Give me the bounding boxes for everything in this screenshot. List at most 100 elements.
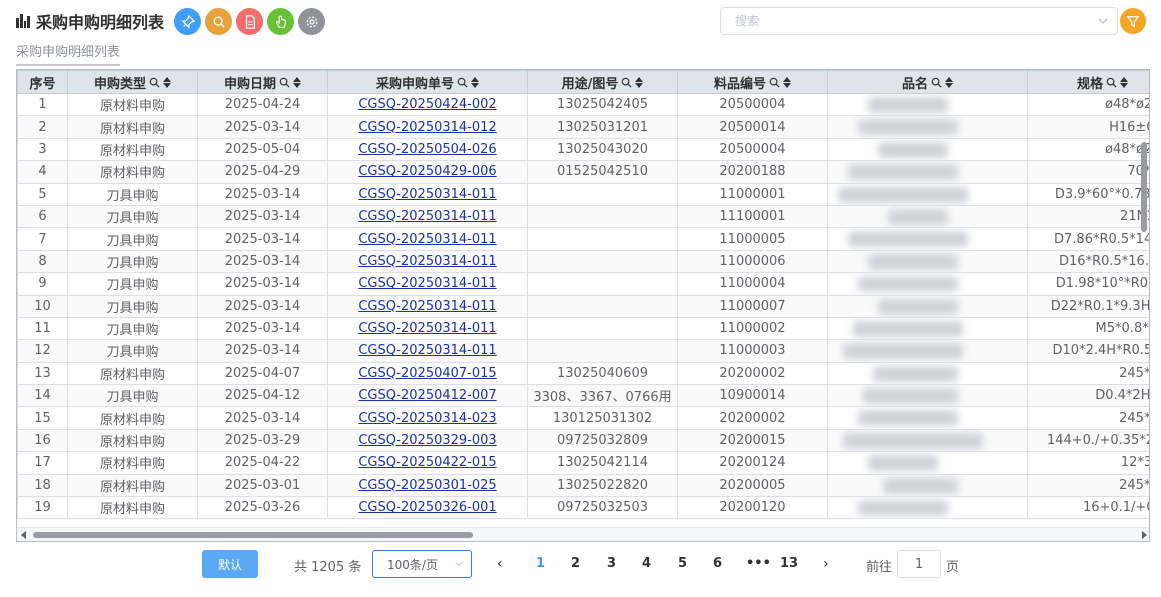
table-row[interactable]: 5 刀具申购 2025-03-14 CGSQ-20250314-011 11000001… (17, 182, 1149, 206)
table-row[interactable]: 12 刀具申购 2025-03-14 CGSQ-20250314-011 1100000… (17, 339, 1149, 363)
order-no-link[interactable]: CGSQ-20250407-015 (358, 366, 496, 381)
col-name-cell (827, 339, 1028, 363)
col-item-code-cell: 20200015 (677, 428, 828, 453)
page-number[interactable]: 4 (642, 556, 651, 571)
order-no-link[interactable]: CGSQ-20250326-001 (358, 500, 496, 515)
table-row[interactable]: 10 刀具申购 2025-03-14 CGSQ-20250314-011 1100000… (17, 294, 1149, 318)
page-number[interactable]: 2 (571, 556, 580, 571)
col-order-no-header[interactable]: 采购申购单号 (327, 70, 528, 94)
vertical-scrollbar[interactable] (1139, 94, 1149, 526)
col-item-code-cell: 20200005 (677, 473, 828, 498)
page-number[interactable]: 1 (536, 556, 545, 571)
horizontal-scroll-thumb[interactable] (33, 532, 473, 538)
horizontal-scrollbar[interactable] (17, 527, 1149, 541)
table-row[interactable]: 1 原材料申购 2025-04-24 CGSQ-20250424-002 1302504… (17, 92, 1149, 117)
col-spec-header[interactable]: 规格 (1027, 70, 1149, 94)
search-input[interactable] (721, 8, 1081, 34)
col-type-cell: 原材料申购 (67, 92, 198, 117)
order-no-link[interactable]: CGSQ-20250422-015 (358, 455, 496, 470)
settings-button[interactable] (298, 8, 325, 35)
table-row[interactable]: 2 原材料申购 2025-03-14 CGSQ-20250314-012 1302503… (17, 115, 1149, 139)
order-no-link[interactable]: CGSQ-20250314-011 (358, 187, 496, 202)
sort-icon[interactable] (471, 76, 479, 88)
table-row[interactable]: 13 原材料申购 2025-04-07 CGSQ-20250407-015 130250… (17, 361, 1149, 386)
page-number[interactable]: 5 (678, 556, 687, 571)
sort-icon[interactable] (783, 76, 791, 88)
vertical-scroll-thumb[interactable] (1141, 142, 1147, 232)
page-size-select[interactable]: 100条/页 (372, 550, 472, 578)
col-order-no-cell: CGSQ-20250314-011 (327, 227, 528, 251)
table-row[interactable]: 7 刀具申购 2025-03-14 CGSQ-20250314-011 11000005… (17, 227, 1149, 251)
order-no-link[interactable]: CGSQ-20250314-011 (358, 254, 496, 269)
order-no-link[interactable]: CGSQ-20250504-026 (358, 142, 496, 157)
column-search-icon[interactable] (621, 77, 632, 88)
order-no-link[interactable]: CGSQ-20250314-012 (358, 120, 496, 135)
table-row[interactable]: 11 刀具申购 2025-03-14 CGSQ-20250314-011 1100000… (17, 316, 1149, 341)
table-row[interactable]: 17 原材料申购 2025-04-22 CGSQ-20250422-015 130250… (17, 451, 1149, 475)
column-search-icon[interactable] (279, 77, 290, 88)
order-no-link[interactable]: CGSQ-20250314-011 (358, 321, 496, 336)
table-row[interactable]: 4 原材料申购 2025-04-29 CGSQ-20250429-006 0152504… (17, 160, 1149, 184)
filter-button[interactable] (1120, 8, 1146, 34)
default-button[interactable]: 默认 (202, 550, 258, 578)
table-row[interactable]: 9 刀具申购 2025-03-14 CGSQ-20250314-011 11000004… (17, 272, 1149, 296)
order-no-link[interactable]: CGSQ-20250314-011 (358, 232, 496, 247)
sort-icon[interactable] (293, 76, 301, 88)
col-date-cell: 2025-03-14 (197, 272, 328, 296)
table-row[interactable]: 14 刀具申购 2025-04-12 CGSQ-20250412-007 3308、33… (17, 384, 1149, 408)
chevron-down-icon[interactable] (1097, 15, 1109, 27)
column-search-icon[interactable] (769, 77, 780, 88)
order-no-link[interactable]: CGSQ-20250424-002 (358, 97, 496, 112)
column-search-icon[interactable] (1106, 77, 1117, 88)
col-usage-header[interactable]: 用途/图号 (527, 70, 678, 94)
table-row[interactable]: 3 原材料申购 2025-05-04 CGSQ-20250504-026 1302504… (17, 137, 1149, 162)
next-page-button[interactable]: › (823, 556, 829, 572)
column-search-icon[interactable] (931, 77, 942, 88)
column-search-icon[interactable] (149, 77, 160, 88)
scroll-right-icon[interactable] (1142, 531, 1147, 539)
col-spec-cell: 21N1.0 (1027, 204, 1149, 229)
col-type-header[interactable]: 申购类型 (67, 70, 198, 94)
sort-icon[interactable] (945, 76, 953, 88)
table-row[interactable]: 6 刀具申购 2025-03-14 CGSQ-20250314-011 11100001… (17, 204, 1149, 229)
search-field[interactable] (720, 7, 1118, 35)
table-row[interactable]: 16 原材料申购 2025-03-29 CGSQ-20250329-003 097250… (17, 428, 1149, 453)
table-row[interactable]: 18 原材料申购 2025-03-01 CGSQ-20250301-025 130250… (17, 473, 1149, 498)
table-row[interactable]: 15 原材料申购 2025-03-14 CGSQ-20250314-023 130125… (17, 406, 1149, 430)
pointer-button[interactable] (267, 8, 294, 35)
sort-icon[interactable] (163, 76, 171, 88)
document-icon (245, 14, 255, 29)
order-no-link[interactable]: CGSQ-20250314-023 (358, 411, 496, 426)
search-tool-button[interactable] (205, 8, 232, 35)
page-number[interactable]: 13 (780, 556, 798, 571)
order-no-link[interactable]: CGSQ-20250301-025 (358, 478, 496, 493)
page-number[interactable]: 6 (713, 556, 722, 571)
col-date-header[interactable]: 申购日期 (197, 70, 328, 94)
scroll-left-icon[interactable] (21, 531, 26, 539)
prev-page-button[interactable]: ‹ (497, 556, 503, 572)
order-no-link[interactable]: CGSQ-20250314-011 (358, 209, 496, 224)
goto-page-input[interactable]: 1 (897, 550, 941, 578)
header-label: 申购类型 (94, 73, 171, 92)
page-ellipsis[interactable]: ••• (746, 556, 771, 571)
table-row[interactable]: 19 原材料申购 2025-03-26 CGSQ-20250326-001 097250… (17, 496, 1149, 520)
order-no-link[interactable]: CGSQ-20250412-007 (358, 388, 496, 403)
sort-icon[interactable] (1120, 76, 1128, 88)
col-usage-cell: 01525042510 (527, 160, 678, 184)
sort-icon[interactable] (635, 76, 644, 88)
subtab-active[interactable]: 采购申购明细列表 (16, 41, 121, 66)
order-no-link[interactable]: CGSQ-20250314-011 (358, 299, 496, 314)
filter-icon (1126, 16, 1140, 28)
table-row[interactable]: 8 刀具申购 2025-03-14 CGSQ-20250314-011 11000006… (17, 249, 1149, 274)
export-button[interactable] (236, 8, 263, 35)
header-label: 用途/图号 (562, 73, 644, 92)
col-name-header[interactable]: 品名 (827, 70, 1028, 94)
column-search-icon[interactable] (457, 77, 468, 88)
order-no-link[interactable]: CGSQ-20250329-003 (358, 433, 496, 448)
order-no-link[interactable]: CGSQ-20250314-011 (358, 343, 496, 358)
order-no-link[interactable]: CGSQ-20250314-011 (358, 276, 496, 291)
order-no-link[interactable]: CGSQ-20250429-006 (358, 164, 496, 179)
col-item-code-header[interactable]: 料品编号 (677, 70, 828, 94)
page-number[interactable]: 3 (607, 556, 616, 571)
pin-button[interactable] (174, 8, 201, 35)
